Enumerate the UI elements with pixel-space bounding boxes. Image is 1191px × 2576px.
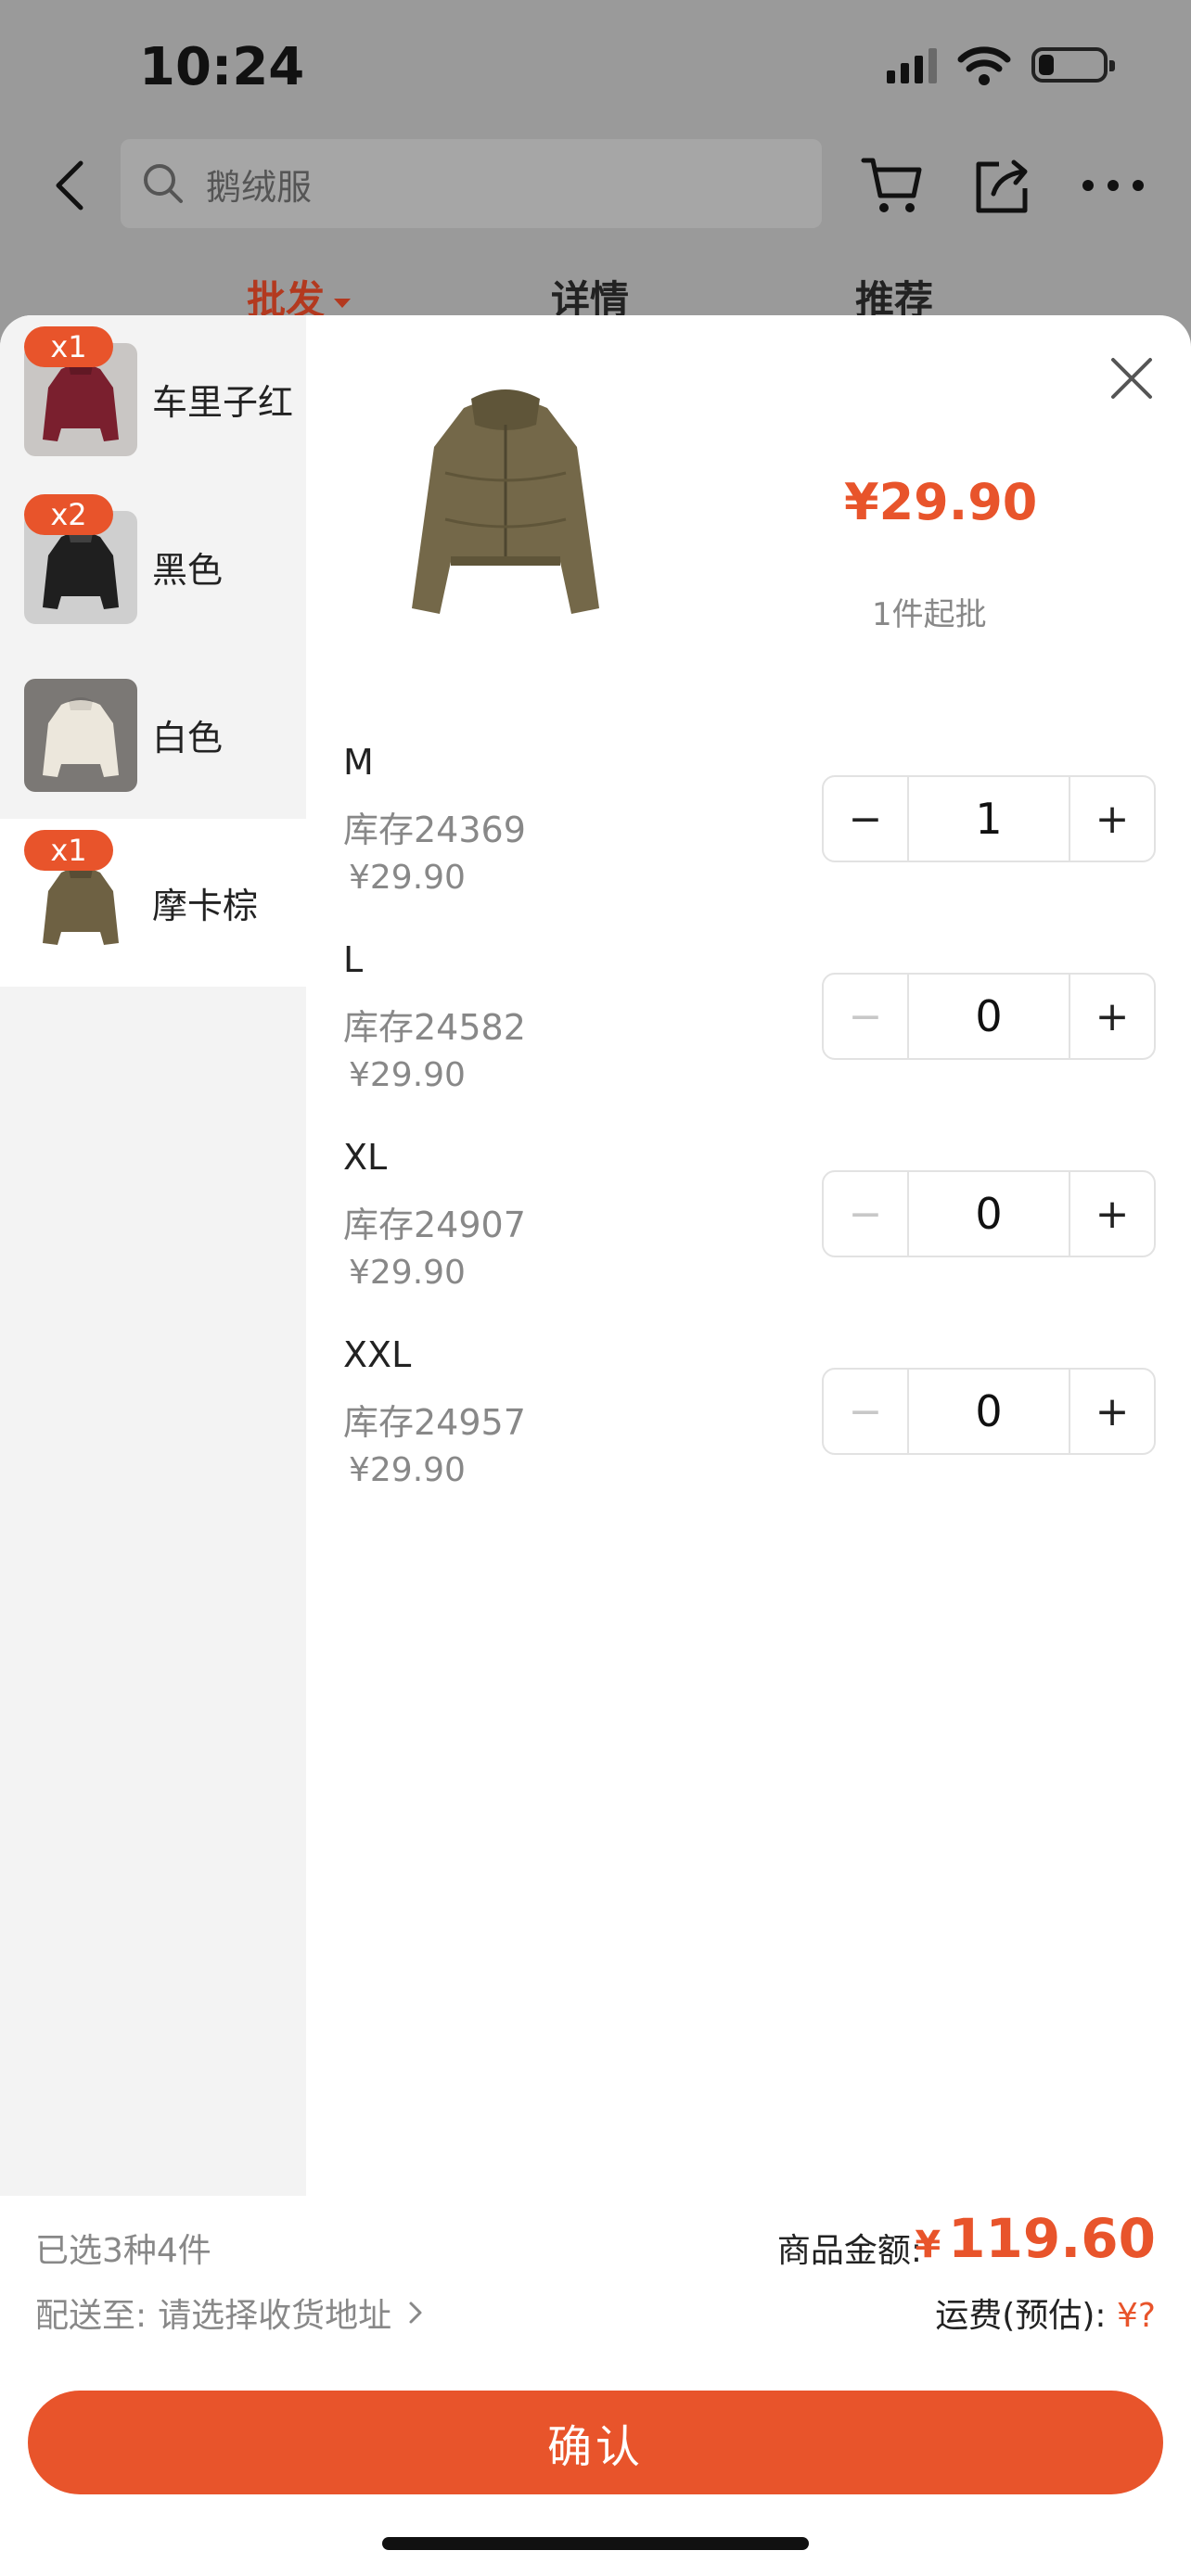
quantity-value[interactable]: 0 — [907, 975, 1070, 1058]
total-value: 119.60 — [948, 2207, 1156, 2270]
quantity-stepper: − 0 + — [822, 1368, 1156, 1455]
freight-estimate: 运费(预估): ¥? — [935, 2289, 1156, 2337]
selected-qty-badge: x1 — [24, 830, 113, 871]
size-stock: 库存24369 — [343, 810, 526, 850]
quantity-stepper: − 0 + — [822, 973, 1156, 1060]
status-time: 10:24 — [139, 37, 305, 97]
size-name: L — [343, 939, 364, 980]
home-indicator — [382, 2537, 809, 2550]
quantity-value[interactable]: 0 — [907, 1172, 1070, 1256]
quantity-stepper: − 1 + — [822, 775, 1156, 862]
size-row-xxl: XXL 库存24957 ¥29.90 − 0 + — [343, 1334, 1159, 1520]
color-label: 白色 — [152, 718, 224, 759]
ship-to-label: 配送至: — [35, 2297, 147, 2335]
close-button[interactable] — [1104, 351, 1159, 406]
caret-down-icon — [334, 298, 352, 308]
cart-icon — [861, 158, 922, 212]
color-label: 黑色 — [152, 550, 224, 591]
size-price: ¥29.90 — [349, 1451, 466, 1489]
increase-button[interactable]: + — [1070, 777, 1154, 861]
wifi-icon — [957, 46, 1011, 85]
decrease-button[interactable]: − — [824, 1370, 907, 1453]
selection-summary: 已选3种4件 — [35, 2232, 211, 2270]
chevron-left-icon — [56, 160, 83, 210]
color-item-white[interactable]: 白色 — [0, 651, 306, 819]
decrease-button[interactable]: − — [824, 1172, 907, 1256]
more-button[interactable] — [1076, 148, 1150, 223]
cart-button[interactable] — [855, 148, 929, 223]
status-icons — [887, 45, 1115, 85]
share-icon — [976, 159, 1028, 213]
size-row-l: L 库存24582 ¥29.90 − 0 + — [343, 939, 1159, 1125]
sku-picker-sheet: x1 车里子红 x2 黑色 白色 x1 摩卡棕 ¥29.90 1件起批 M 库存… — [0, 315, 1191, 2576]
size-row-xl: XL 库存24907 ¥29.90 − 0 + — [343, 1137, 1159, 1322]
unit-price: ¥29.90 — [844, 473, 1038, 531]
color-item-black[interactable]: x2 黑色 — [0, 483, 306, 651]
size-stock: 库存24957 — [343, 1402, 526, 1443]
color-thumbnail — [24, 679, 137, 792]
size-stock: 库存24582 — [343, 1007, 526, 1048]
size-name: XXL — [343, 1334, 412, 1375]
back-button[interactable] — [37, 148, 102, 223]
confirm-button[interactable]: 确认 — [28, 2391, 1163, 2494]
size-name: M — [343, 742, 374, 783]
color-item-red[interactable]: x1 车里子红 — [0, 315, 306, 483]
total-currency: ¥ — [915, 2224, 941, 2266]
color-item-mocha[interactable]: x1 摩卡棕 — [0, 819, 306, 987]
status-bar: 10:24 — [0, 0, 1191, 130]
cellular-signal-icon — [887, 46, 937, 83]
selected-qty-badge: x2 — [24, 494, 113, 535]
color-label: 摩卡棕 — [152, 886, 259, 926]
increase-button[interactable]: + — [1070, 975, 1154, 1058]
quantity-stepper: − 0 + — [822, 1170, 1156, 1257]
top-nav-bar: 鹅绒服 — [0, 130, 1191, 241]
product-image — [362, 371, 649, 649]
more-icon — [1082, 180, 1144, 191]
size-stock: 库存24907 — [343, 1205, 526, 1245]
tab-bar: 批发 详情 推荐 — [0, 269, 1191, 323]
min-order-note: 1件起批 — [872, 596, 987, 633]
share-button[interactable] — [965, 148, 1039, 223]
total-label: 商品金额: — [776, 2232, 922, 2270]
increase-button[interactable]: + — [1070, 1172, 1154, 1256]
ship-to-link[interactable]: 配送至: 请选择收货地址 — [35, 2289, 425, 2337]
battery-icon — [1031, 47, 1115, 83]
size-price: ¥29.90 — [349, 1056, 466, 1094]
increase-button[interactable]: + — [1070, 1370, 1154, 1453]
size-price: ¥29.90 — [349, 859, 466, 897]
quantity-value[interactable]: 1 — [907, 777, 1070, 861]
order-footer: 已选3种4件 配送至: 请选择收货地址 商品金额: ¥119.60 运费(预估)… — [0, 2196, 1191, 2576]
search-icon — [144, 164, 183, 203]
search-input[interactable]: 鹅绒服 — [121, 139, 822, 228]
size-row-m: M 库存24369 ¥29.90 − 1 + — [343, 742, 1159, 927]
ship-to-address: 请选择收货地址 — [158, 2297, 392, 2335]
close-icon — [1111, 358, 1152, 399]
total-amount: ¥119.60 — [915, 2207, 1156, 2270]
freight-label: 运费(预估): — [935, 2297, 1107, 2335]
quantity-value[interactable]: 0 — [907, 1370, 1070, 1453]
search-placeholder: 鹅绒服 — [206, 166, 313, 208]
size-price: ¥29.90 — [349, 1254, 466, 1292]
size-name: XL — [343, 1137, 388, 1178]
freight-value: ¥? — [1116, 2297, 1156, 2335]
color-label: 车里子红 — [152, 382, 294, 423]
decrease-button[interactable]: − — [824, 777, 907, 861]
selected-qty-badge: x1 — [24, 326, 113, 367]
decrease-button[interactable]: − — [824, 975, 907, 1058]
color-list: x1 车里子红 x2 黑色 白色 x1 摩卡棕 — [0, 315, 306, 2196]
chevron-right-icon — [409, 2302, 422, 2324]
